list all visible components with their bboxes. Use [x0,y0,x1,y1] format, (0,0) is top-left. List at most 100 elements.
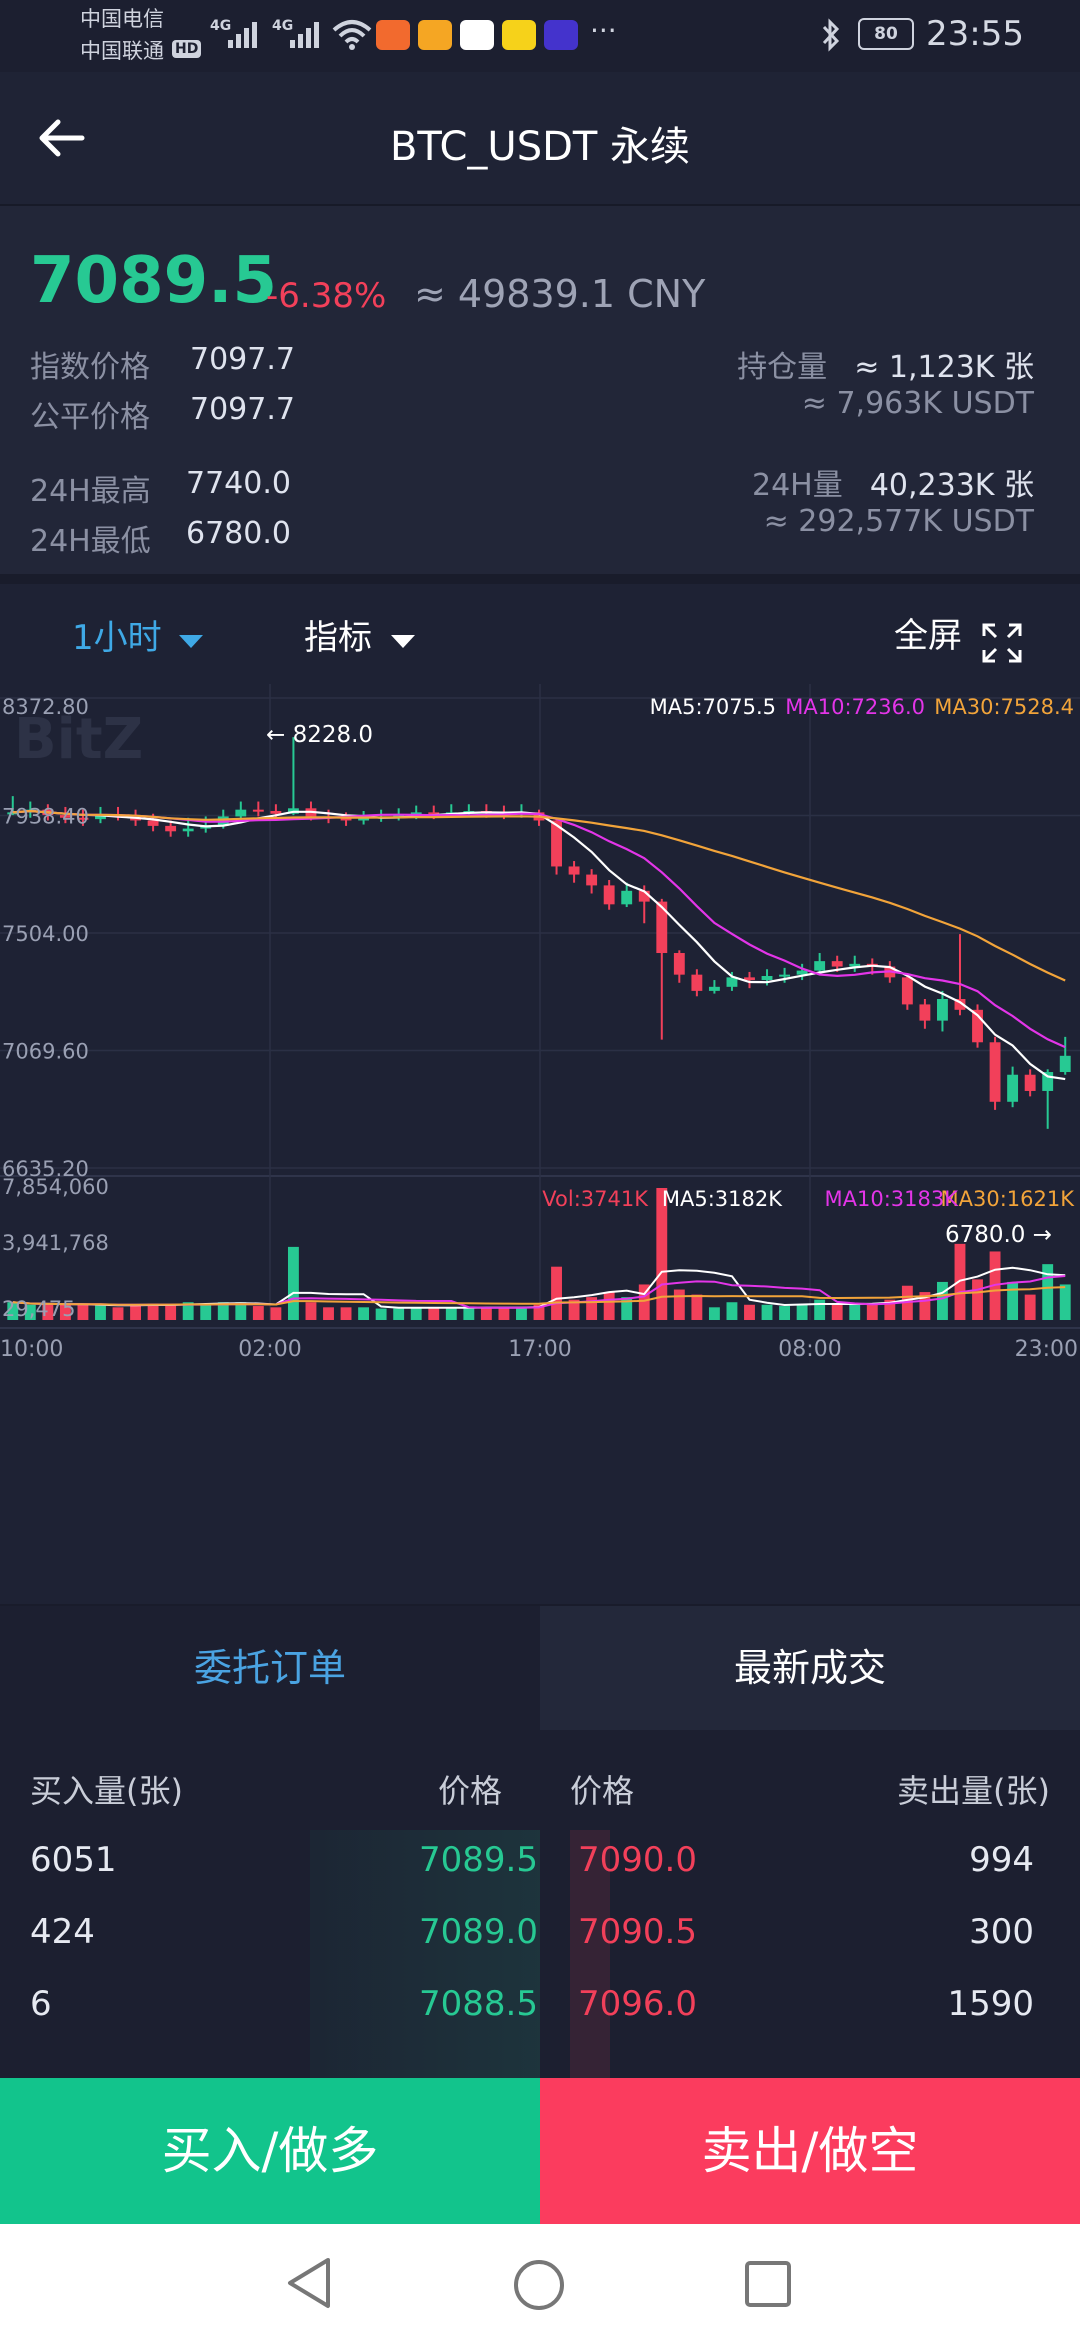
tab-orders[interactable]: 委托订单 [0,1606,540,1730]
low-24h-value: 6780.0 [186,516,291,551]
caret-down-icon [178,635,203,648]
volume-bar [358,1307,370,1320]
signal-1-icon [228,22,257,48]
ma10-line [12,809,1066,1049]
candle-body [621,890,633,905]
ask-qty: 300 [969,1912,1034,1952]
ask-qty: 1590 [947,1984,1034,2024]
sell-short-button[interactable]: 卖出/做空 [540,2078,1080,2224]
clock: 23:55 [926,14,1024,54]
interval-selector[interactable]: 1小时 [72,610,203,659]
volume-bar [270,1307,282,1320]
fullscreen-icon [982,623,1022,662]
volume-bar [516,1307,527,1320]
candle-body [1007,1074,1019,1102]
volume-bar [708,1307,720,1320]
volume-bar [463,1308,475,1320]
bid-price: 7088.5 [419,1984,538,2024]
volume-bar [744,1304,755,1320]
open-interest-usdt: ≈ 7,963K USDT [801,386,1034,421]
nav-back-icon[interactable] [284,2256,334,2310]
ticker-panel: 7089.5 -6.38% ≈ 49839.1 CNY 指数价格 7097.7 … [0,206,1080,574]
volume-bar [726,1302,738,1320]
time-tick-label: 08:00 [778,1337,841,1362]
ma30-legend: MA30:7528.4 [934,695,1074,719]
candle-body [603,885,615,905]
tab-trades[interactable]: 最新成交 [540,1606,1080,1730]
volume-tick-label: 29,475 [2,1297,75,1321]
vol-ma10-legend: MA10:3183K [825,1187,960,1211]
battery-icon: 80 [858,18,914,50]
bid-qty: 6051 [30,1840,117,1880]
ma5-line [12,809,1066,1081]
candle-body [814,961,826,971]
bluetooth-icon [822,18,840,52]
page-title: BTC_USDT 永续 [389,124,691,170]
book-row[interactable]: 6051 7089.5 7090.0 994 [0,1840,1080,1900]
volume-bar [428,1307,440,1320]
volume-bar [1007,1281,1019,1320]
volume-bar [77,1304,89,1320]
carrier-2: 中国联通 [80,39,164,63]
price-tick-label: 7504.00 [2,922,89,946]
time-tick-label: 02:00 [238,1337,301,1362]
signal-2-icon [290,22,319,48]
book-row[interactable]: 6 7088.5 7096.0 1590 [0,1984,1080,2044]
nav-recent-icon[interactable] [744,2260,792,2308]
sell-price-header: 价格 [570,1772,635,1810]
candle-body [586,874,598,886]
high-annotation: ← 8228.0 [266,722,373,748]
book-tabs: 委托订单 最新成交 [0,1606,1080,1730]
price-tick-label: 7938.40 [2,805,89,829]
volume-bar [445,1307,457,1320]
time-tick-label: 10:00 [0,1337,63,1362]
nav-home-icon[interactable] [512,2258,566,2312]
candle-body [165,825,177,832]
app-icon-1 [376,20,410,50]
candle-body [1059,1055,1071,1073]
volume-bar [1024,1294,1036,1320]
volume-tick-label: 7,854,060 [2,1175,109,1199]
candlestick-chart[interactable]: BitZ 8372.807938.407504.007069.606635.20… [0,684,1080,1604]
volume-bar [323,1307,334,1320]
time-tick-label: 17:00 [508,1337,571,1362]
carrier-1: 中国电信 [80,7,164,31]
app-icon-2 [418,20,452,50]
order-book: 买入量(张) 价格 价格 卖出量(张) 6051 7089.5 7090.0 9… [0,1730,1080,2080]
indicator-selector[interactable]: 指标 [304,610,416,659]
app-icon-3 [460,20,494,50]
low-annotation: 6780.0 → [945,1222,1052,1248]
open-interest: 持仓量 ≈ 1,123K 张 [737,342,1034,386]
cny-price: ≈ 49839.1 CNY [414,272,706,316]
volume-bar [200,1304,212,1320]
fullscreen-button[interactable]: 全屏 [894,608,1023,664]
candle-body [831,961,843,967]
fair-price-value: 7097.7 [190,392,295,427]
volume-bar [165,1304,177,1320]
volume-bar [691,1294,703,1320]
price-tick-label: 8372.80 [2,695,89,719]
volume-bar [305,1302,317,1320]
ask-price: 7090.0 [578,1840,697,1880]
candle-body [708,986,720,991]
volume-bar [498,1307,510,1320]
fullscreen-label: 全屏 [894,616,962,656]
index-price-label: 指数价格 [30,350,150,385]
indicator-label: 指标 [304,618,372,658]
candle-body [673,953,685,975]
bid-qty: 424 [30,1912,95,1952]
change-percent: -6.38% [266,276,387,316]
volume-24h-value: 40,233K 张 [869,468,1034,503]
system-nav-bar [0,2224,1080,2340]
book-row[interactable]: 424 7089.0 7090.5 300 [0,1912,1080,1972]
candle-body [235,809,247,817]
buy-long-button[interactable]: 买入/做多 [0,2078,540,2224]
ma10-legend: MA10:7236.0 [785,695,925,719]
fair-price-label: 公平价格 [30,400,150,435]
candle-body [919,1004,931,1021]
bid-price: 7089.0 [419,1912,538,1952]
volume-bar [1059,1284,1071,1320]
sell-qty-header: 卖出量(张) [897,1772,1050,1810]
price-chart[interactable]: BitZ 8372.80 7938.40 7504.00 7069.60 6635.20… [0,684,1080,1604]
volume-bar [393,1308,405,1320]
